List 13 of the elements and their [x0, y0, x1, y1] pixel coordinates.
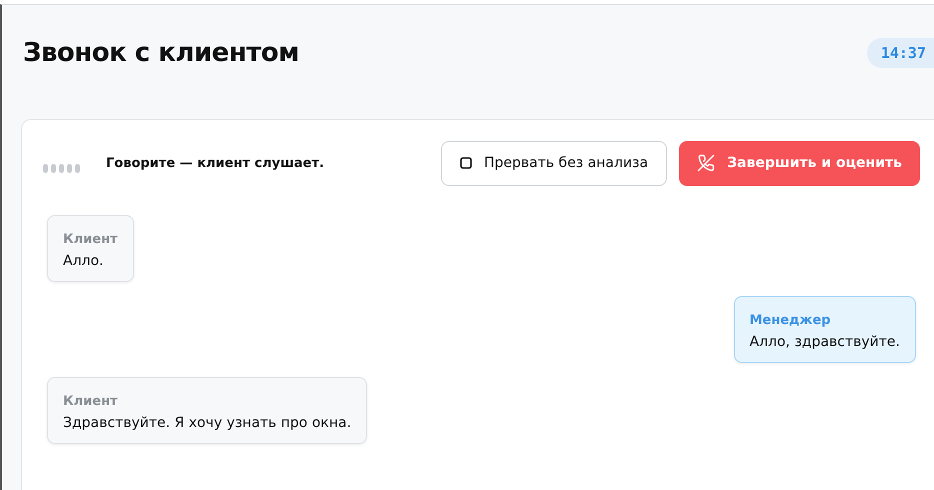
phone-off-icon	[697, 154, 716, 172]
message-text: Алло.	[63, 253, 104, 269]
message-author: Менеджер	[750, 313, 832, 328]
audio-wave-icon	[43, 164, 83, 172]
message-author: Клиент	[63, 232, 118, 247]
message-author: Клиент	[63, 394, 119, 409]
call-timer: 14:37	[866, 38, 934, 68]
stop-icon	[460, 157, 472, 169]
message-text: Алло, здравствуйте.	[750, 334, 900, 350]
message-text: Здравствуйте. Я хочу узнать про окна.	[63, 415, 352, 431]
page-title: Звонок с клиентом	[23, 38, 299, 68]
stop-button[interactable]: Прервать без анализа	[440, 140, 668, 186]
status-text: Говорите — клиент слушает.	[106, 156, 326, 170]
